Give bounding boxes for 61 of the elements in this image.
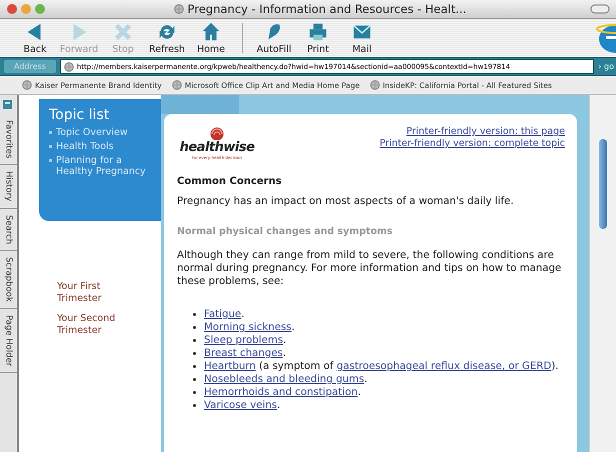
subheading: Normal physical changes and symptoms xyxy=(177,226,394,237)
list-item: Morning sickness. xyxy=(204,321,295,334)
sidebar-tab[interactable]: History xyxy=(0,165,17,209)
address-label: Address xyxy=(4,60,56,73)
sidebar-tab[interactable]: Favorites xyxy=(0,114,17,166)
list-item: Varicose veins. xyxy=(204,399,280,412)
back-button[interactable]: Back xyxy=(16,21,54,55)
bullet-icon xyxy=(193,352,196,355)
go-button[interactable]: › go xyxy=(598,62,616,71)
printer-icon xyxy=(307,21,329,43)
refresh-button[interactable]: Refresh xyxy=(148,21,186,55)
topic-link[interactable]: Sleep problems xyxy=(204,335,283,346)
browser-logo-icon xyxy=(596,21,616,55)
list-item: Hemorrhoids and constipation. xyxy=(204,386,361,399)
bullet-icon xyxy=(193,404,196,407)
mail-button[interactable]: Mail xyxy=(343,21,381,55)
globe-icon xyxy=(64,62,74,72)
topic-link[interactable]: Morning sickness xyxy=(204,322,292,333)
intro-text: Pregnancy has an impact on most aspects of a woman's daily life. xyxy=(177,195,515,208)
globe-icon xyxy=(22,80,32,90)
window-title: Pregnancy - Information and Resources - Healt... xyxy=(188,2,466,16)
trimester-link[interactable]: Your Second Trimester xyxy=(57,313,137,337)
stop-icon xyxy=(112,21,134,43)
sidebar-tab[interactable]: Scrapbook xyxy=(0,250,17,309)
printer-friendly-link[interactable]: Printer-friendly version: complete topic xyxy=(380,138,565,150)
scroll-thumb[interactable] xyxy=(599,139,607,229)
globe-icon xyxy=(174,4,184,14)
list-item: Heartburn (a symptom of gastroesophageal reflux disease, or GERD). xyxy=(204,360,559,373)
home-button[interactable]: Home xyxy=(192,21,230,55)
topic-link[interactable]: Heartburn xyxy=(204,361,256,372)
toolbar-toggle-icon[interactable] xyxy=(590,4,610,14)
bullet-icon xyxy=(193,365,196,368)
sidebar-tab-icon[interactable] xyxy=(2,99,13,110)
trimester-link[interactable]: Your First Trimester xyxy=(57,281,137,305)
list-item: Fatigue. xyxy=(204,308,244,321)
panel-title: Topic list xyxy=(49,107,110,123)
bullet-icon xyxy=(193,339,196,342)
topic-link[interactable]: Hemorrhoids and constipation xyxy=(204,387,358,398)
globe-icon xyxy=(172,80,182,90)
topic-link[interactable]: Nosebleeds and bleeding gums xyxy=(204,374,364,385)
topic-link[interactable]: Varicose veins xyxy=(204,400,277,411)
globe-icon xyxy=(370,80,380,90)
topic-link[interactable]: Breast changes xyxy=(204,348,283,359)
topic-link[interactable]: Fatigue xyxy=(204,309,242,320)
autofill-button[interactable]: AutoFill xyxy=(255,21,293,55)
sidebar-tab[interactable]: Page Holder xyxy=(0,308,17,374)
bullet-icon xyxy=(193,313,196,316)
body-paragraph: Although they can range from mild to severe, the following conditions are normal during pregnancy. For more information and tips on how to manage these problems, see: xyxy=(177,249,562,288)
logo-text: healthwise xyxy=(180,140,254,155)
sidebar-tab[interactable]: Search xyxy=(0,208,17,251)
list-item: Breast changes. xyxy=(204,347,286,360)
print-button[interactable]: Print xyxy=(299,21,337,55)
bullet-icon xyxy=(193,326,196,329)
list-item: Sleep problems. xyxy=(204,334,286,347)
section-heading: Common Concerns xyxy=(177,176,283,187)
printer-friendly-link[interactable]: Printer-friendly version: this page xyxy=(406,126,565,138)
topic-link[interactable]: gastroesophageal reflux disease, or GERD xyxy=(336,361,552,372)
bullet-icon xyxy=(193,391,196,394)
home-icon xyxy=(200,21,222,43)
list-item: Nosebleeds and bleeding gums. xyxy=(204,373,368,386)
bullet-icon xyxy=(193,378,196,381)
